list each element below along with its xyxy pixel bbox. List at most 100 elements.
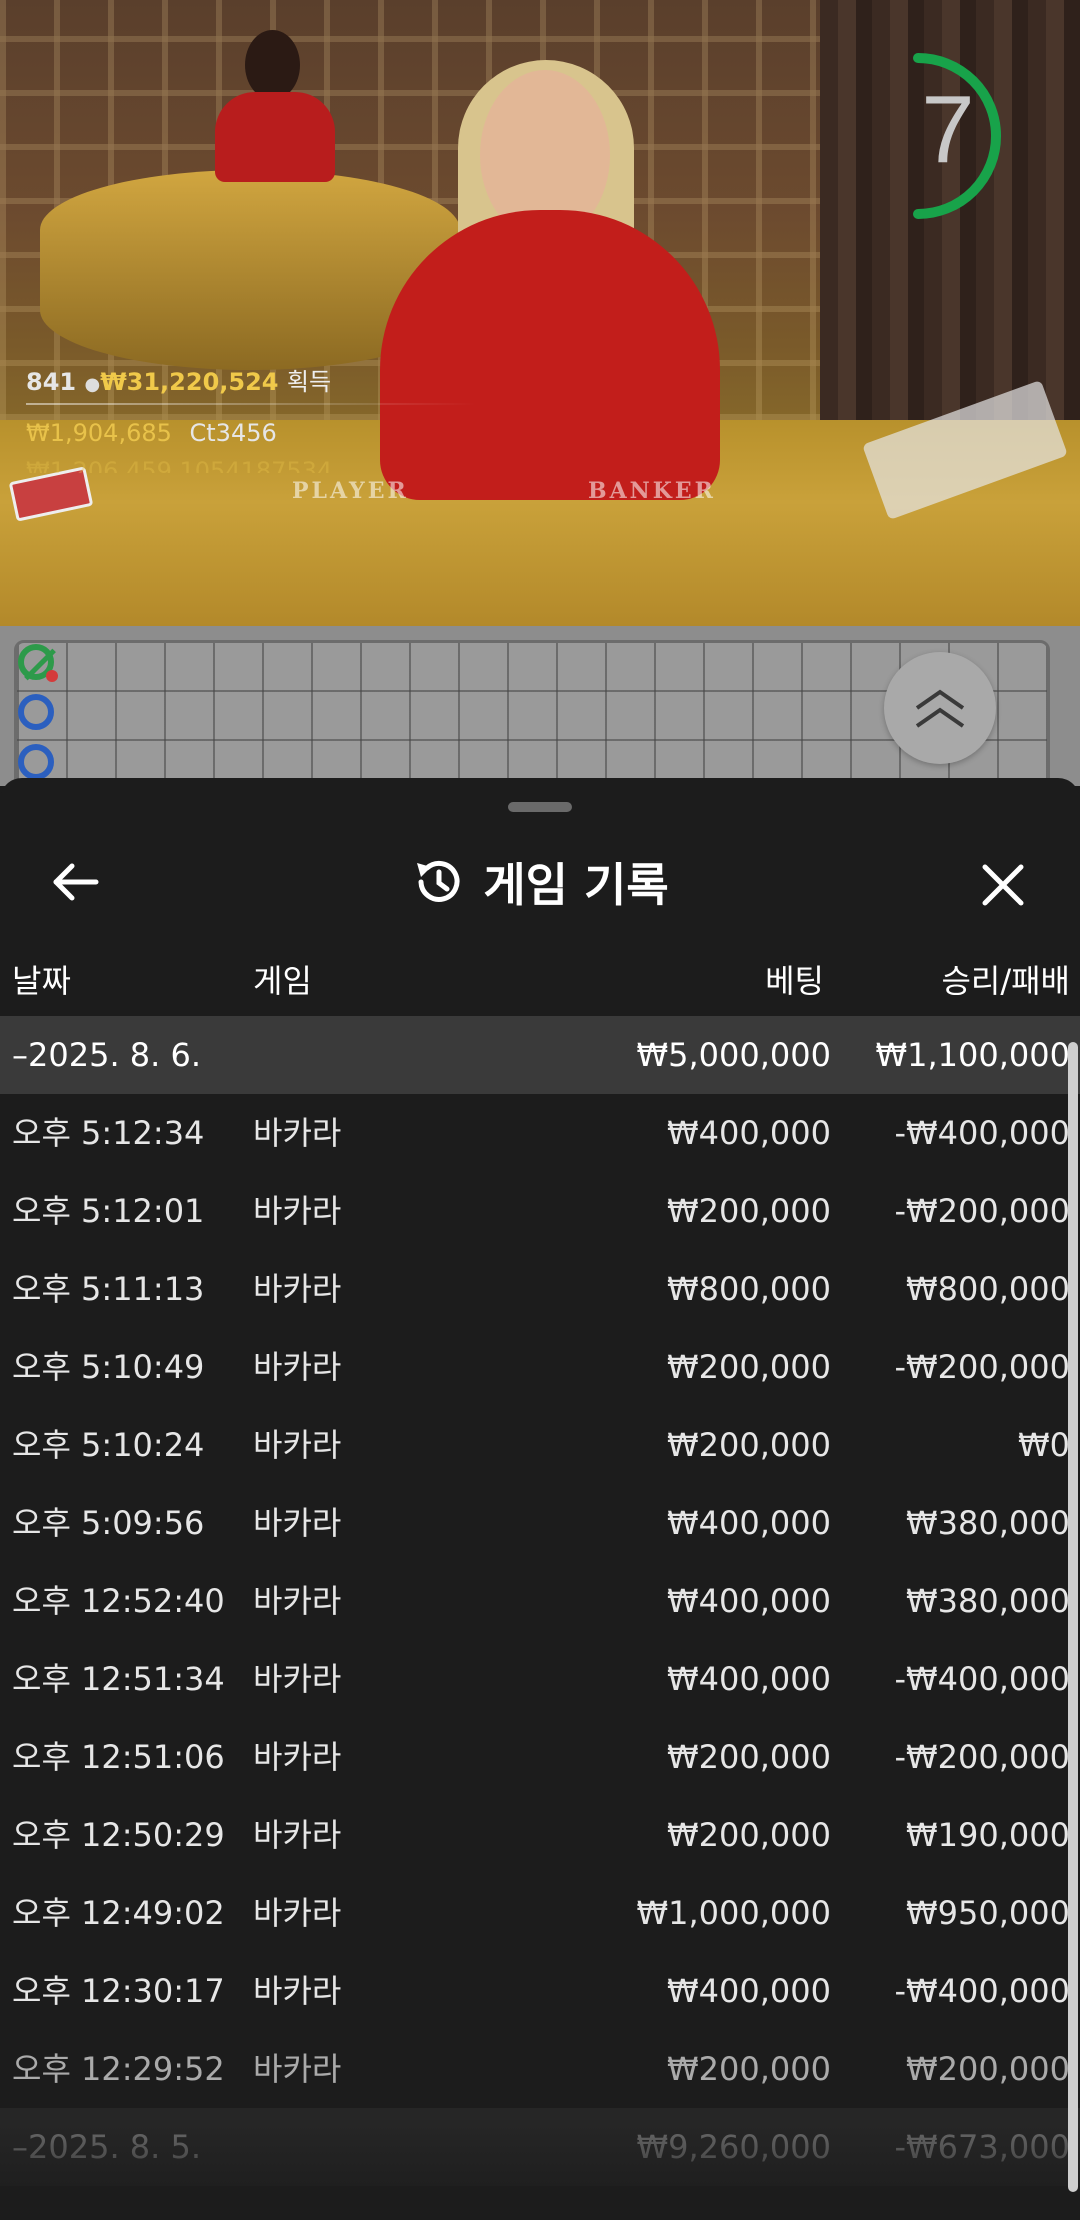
next-winner: ₩1,206,459 1054187534 — [26, 457, 476, 473]
game-history-sheet: 게임 기록 날짜 게임 베팅 승리/패배 –2025. 8. 6. ₩5,000… — [0, 778, 1080, 2220]
history-row[interactable]: 오후 12:51:34 바카라 ₩400,000 -₩400,000 — [0, 1640, 1080, 1718]
history-row[interactable]: 오후 12:49:02 바카라 ₩1,000,000 ₩950,000 — [0, 1874, 1080, 1952]
person-icon: ● — [84, 374, 101, 395]
row-time: 오후 12:51:34 — [12, 1660, 225, 1698]
close-button[interactable] — [978, 860, 1028, 910]
total-win-label: 획득 — [286, 368, 332, 396]
sheet-header: 게임 기록 — [0, 822, 1080, 942]
row-bet: ₩200,000 — [667, 1426, 831, 1464]
history-row[interactable]: 오후 5:10:24 바카라 ₩200,000 ₩0 — [0, 1406, 1080, 1484]
group-date: –2025. 8. 6. — [12, 1036, 202, 1074]
column-header-game: 게임 — [253, 962, 312, 1000]
history-row[interactable]: 오후 5:12:34 바카라 ₩400,000 -₩400,000 — [0, 1094, 1080, 1172]
row-game: 바카라 — [253, 1270, 342, 1308]
row-game: 바카라 — [253, 1192, 342, 1230]
next-win-user: 1054187534 — [179, 457, 333, 473]
close-icon — [982, 864, 1024, 906]
player-marker-icon — [18, 694, 54, 730]
history-row[interactable]: 오후 5:09:56 바카라 ₩400,000 ₩380,000 — [0, 1484, 1080, 1562]
table-label-player: PLAYER — [292, 478, 409, 504]
top-win-amount: ₩1,904,685 — [26, 419, 172, 447]
history-row[interactable]: 오후 12:30:17 바카라 ₩400,000 -₩400,000 — [0, 1952, 1080, 2030]
row-time: 오후 5:11:13 — [12, 1270, 205, 1308]
row-game: 바카라 — [253, 1504, 342, 1542]
row-win-loss: -₩400,000 — [894, 1972, 1070, 2010]
group-bet-total: ₩5,000,000 — [636, 1036, 832, 1074]
timer-value: 7 — [921, 76, 975, 183]
history-row[interactable]: 오후 5:12:01 바카라 ₩200,000 -₩200,000 — [0, 1172, 1080, 1250]
group-win-loss-total: ₩1,100,000 — [875, 1036, 1071, 1074]
history-row[interactable]: 오후 12:51:06 바카라 ₩200,000 -₩200,000 — [0, 1718, 1080, 1796]
sheet-title: 게임 기록 — [483, 858, 669, 912]
row-win-loss: ₩950,000 — [906, 1894, 1070, 1932]
row-game: 바카라 — [253, 1738, 342, 1776]
top-win-user: Ct3456 — [189, 419, 277, 447]
countdown-timer: 7 — [878, 40, 1038, 220]
next-win-amount: ₩1,206,459 — [26, 457, 172, 473]
row-win-loss: ₩380,000 — [906, 1504, 1070, 1542]
back-button[interactable] — [50, 862, 100, 902]
row-bet: ₩200,000 — [667, 1738, 831, 1776]
row-bet: ₩200,000 — [667, 1192, 831, 1230]
total-win: ₩31,220,524 — [100, 368, 279, 396]
row-time: 오후 5:09:56 — [12, 1504, 205, 1542]
row-time: 오후 5:10:49 — [12, 1348, 205, 1386]
scrollbar[interactable] — [1068, 1042, 1078, 2192]
row-bet: ₩400,000 — [667, 1582, 831, 1620]
player-count: 841 — [26, 368, 77, 396]
winners-summary: 841 ●₩31,220,524 획득 — [26, 362, 476, 397]
expand-roadmap-button[interactable] — [884, 652, 996, 764]
row-game: 바카라 — [253, 1660, 342, 1698]
column-header-date: 날짜 — [12, 962, 71, 1000]
row-win-loss: -₩200,000 — [894, 1348, 1070, 1386]
history-icon — [417, 860, 460, 902]
list-fade-overlay — [0, 2123, 1080, 2220]
row-game: 바카라 — [253, 1972, 342, 2010]
row-game: 바카라 — [253, 1582, 342, 1620]
column-header-win-loss: 승리/패배 — [941, 962, 1070, 1000]
table-label-banker: BANKER — [588, 478, 716, 504]
row-time: 오후 12:51:06 — [12, 1738, 225, 1776]
history-row[interactable]: 오후 12:52:40 바카라 ₩400,000 ₩380,000 — [0, 1562, 1080, 1640]
row-win-loss: ₩380,000 — [906, 1582, 1070, 1620]
history-list[interactable]: –2025. 8. 6. ₩5,000,000 ₩1,100,000 오후 5:… — [0, 1016, 1080, 2186]
row-time: 오후 12:52:40 — [12, 1582, 225, 1620]
arrow-left-icon — [53, 863, 99, 901]
sheet-title-wrap: 게임 기록 — [0, 822, 1080, 942]
row-time: 오후 5:10:24 — [12, 1426, 205, 1464]
double-chevron-up-icon — [915, 689, 965, 728]
row-time: 오후 12:50:29 — [12, 1816, 225, 1854]
row-bet: ₩800,000 — [667, 1270, 831, 1308]
back-dealer — [215, 92, 335, 182]
date-group-header[interactable]: –2025. 8. 6. ₩5,000,000 ₩1,100,000 — [0, 1016, 1080, 1094]
row-game: 바카라 — [253, 1816, 342, 1854]
row-time: 오후 5:12:34 — [12, 1114, 205, 1152]
row-win-loss: ₩0 — [1018, 1426, 1070, 1464]
row-time: 오후 5:12:01 — [12, 1192, 205, 1230]
history-row[interactable]: 오후 5:10:49 바카라 ₩200,000 -₩200,000 — [0, 1328, 1080, 1406]
row-bet: ₩400,000 — [667, 1972, 831, 2010]
history-row[interactable]: 오후 12:29:52 바카라 ₩200,000 ₩200,000 — [0, 2030, 1080, 2108]
history-row[interactable]: 오후 5:11:13 바카라 ₩800,000 ₩800,000 — [0, 1250, 1080, 1328]
ticker-divider — [26, 403, 476, 405]
row-win-loss: -₩200,000 — [894, 1738, 1070, 1776]
row-game: 바카라 — [253, 1348, 342, 1386]
row-bet: ₩200,000 — [667, 1348, 831, 1386]
row-win-loss: -₩400,000 — [894, 1114, 1070, 1152]
row-game: 바카라 — [253, 1114, 342, 1152]
column-header-bet: 베팅 — [765, 962, 824, 1000]
row-win-loss: ₩190,000 — [906, 1816, 1070, 1854]
back-dealer-head — [245, 30, 300, 100]
row-bet: ₩400,000 — [667, 1504, 831, 1542]
history-row[interactable]: 오후 12:50:29 바카라 ₩200,000 ₩190,000 — [0, 1796, 1080, 1874]
row-bet: ₩1,000,000 — [636, 1894, 832, 1932]
row-win-loss: ₩800,000 — [906, 1270, 1070, 1308]
row-time: 오후 12:49:02 — [12, 1894, 225, 1932]
row-game: 바카라 — [253, 1426, 342, 1464]
winners-ticker: 841 ●₩31,220,524 획득 ₩1,904,685 Ct3456 ₩1… — [26, 362, 476, 473]
row-win-loss: -₩200,000 — [894, 1192, 1070, 1230]
pair-dot-icon — [46, 670, 58, 682]
row-game: 바카라 — [253, 2050, 342, 2088]
row-win-loss: ₩200,000 — [906, 2050, 1070, 2088]
drag-handle[interactable] — [508, 802, 572, 812]
